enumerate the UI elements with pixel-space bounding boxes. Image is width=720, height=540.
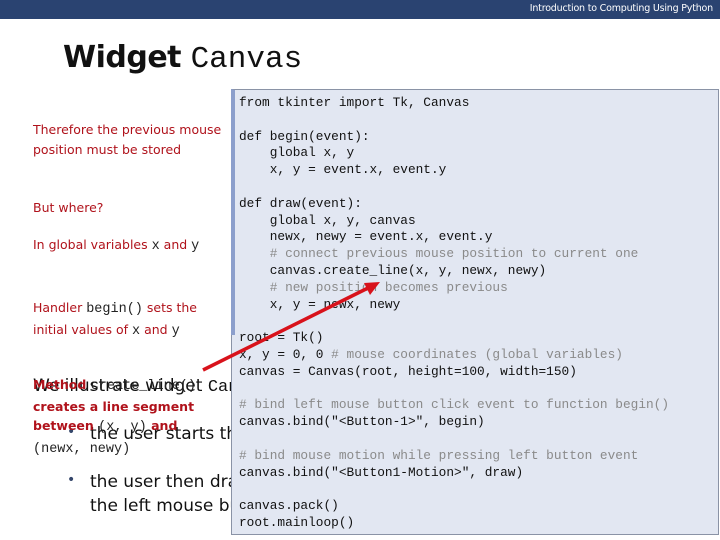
code-comment-line: # connect previous mouse position to cur… [239, 246, 639, 262]
note-text: Method [33, 377, 91, 392]
note-code: y [191, 239, 200, 254]
note-global-variables: In global variables x and y [33, 235, 223, 257]
code-line: newx, newy = event.x, event.y [239, 229, 493, 245]
code-line: x, y = 0, 0 # mouse coordinates (global … [239, 346, 623, 362]
code-line: x, y = newx, newy [239, 296, 401, 312]
code-line: canvas = Canvas(root, height=100, width=… [239, 363, 577, 379]
code-listing: from tkinter import Tk, Canvas def begin… [239, 95, 669, 532]
course-title: Introduction to Computing Using Python [529, 3, 713, 14]
code-comment: # mouse coordinates (global variables) [331, 346, 623, 362]
note-text: and [159, 237, 192, 252]
code-line: canvas.pack() [239, 498, 339, 514]
note-code: x [151, 239, 160, 254]
slide-title: Widget Canvas [63, 40, 302, 77]
note-text: and [140, 321, 172, 337]
code-line: canvas.bind("<Button-1>", begin) [239, 414, 485, 430]
note-code: y [171, 323, 180, 339]
note-code: create_line() [90, 379, 197, 394]
code-line: root.mainloop() [239, 514, 355, 530]
code-line: def begin(event): [239, 128, 370, 144]
slide-title-code: Canvas [190, 42, 303, 77]
code-comment-line: # bind left mouse button click event to … [239, 397, 670, 413]
note-handler-begin: Handler begin() sets the initial values … [33, 298, 223, 341]
underlying-bullet-2-line-2: the left mouse bu [90, 496, 241, 516]
code-line: def draw(event): [239, 195, 362, 211]
code-comment-line: # new position becomes previous [239, 279, 508, 295]
code-line: root = Tk() [239, 330, 324, 346]
note-code: begin() [86, 302, 143, 317]
note-text: and [146, 418, 178, 433]
note-code: (x, y) [98, 420, 147, 435]
code-line: global x, y [239, 145, 355, 161]
code-line: x, y = event.x, event.y [239, 162, 447, 178]
bullet-icon: • [67, 472, 76, 488]
underlying-bullet-2-line-1: the user then dra [90, 472, 239, 492]
code-line: global x, y, canvas [239, 212, 416, 228]
slide-title-word: Widget [63, 40, 182, 75]
code-line: canvas.create_line(x, y, newx, newy) [239, 262, 547, 278]
note-code: (newx, newy) [33, 441, 131, 457]
note-previous-position: Therefore the previous mouse position mu… [33, 122, 222, 157]
code-line: from tkinter import Tk, Canvas [239, 95, 470, 110]
header-bar: Introduction to Computing Using Python [0, 0, 720, 19]
note-text: In global variables [33, 237, 152, 252]
note-but-where: But where? [33, 200, 104, 215]
note-create-line: Method create_line() creates a line segm… [33, 375, 233, 459]
code-comment-line: # bind mouse motion while pressing left … [239, 447, 639, 463]
note-code: x [132, 323, 141, 339]
code-line: canvas.bind("<Button1-Motion>", draw) [239, 464, 524, 480]
note-text: Handler [33, 300, 87, 315]
